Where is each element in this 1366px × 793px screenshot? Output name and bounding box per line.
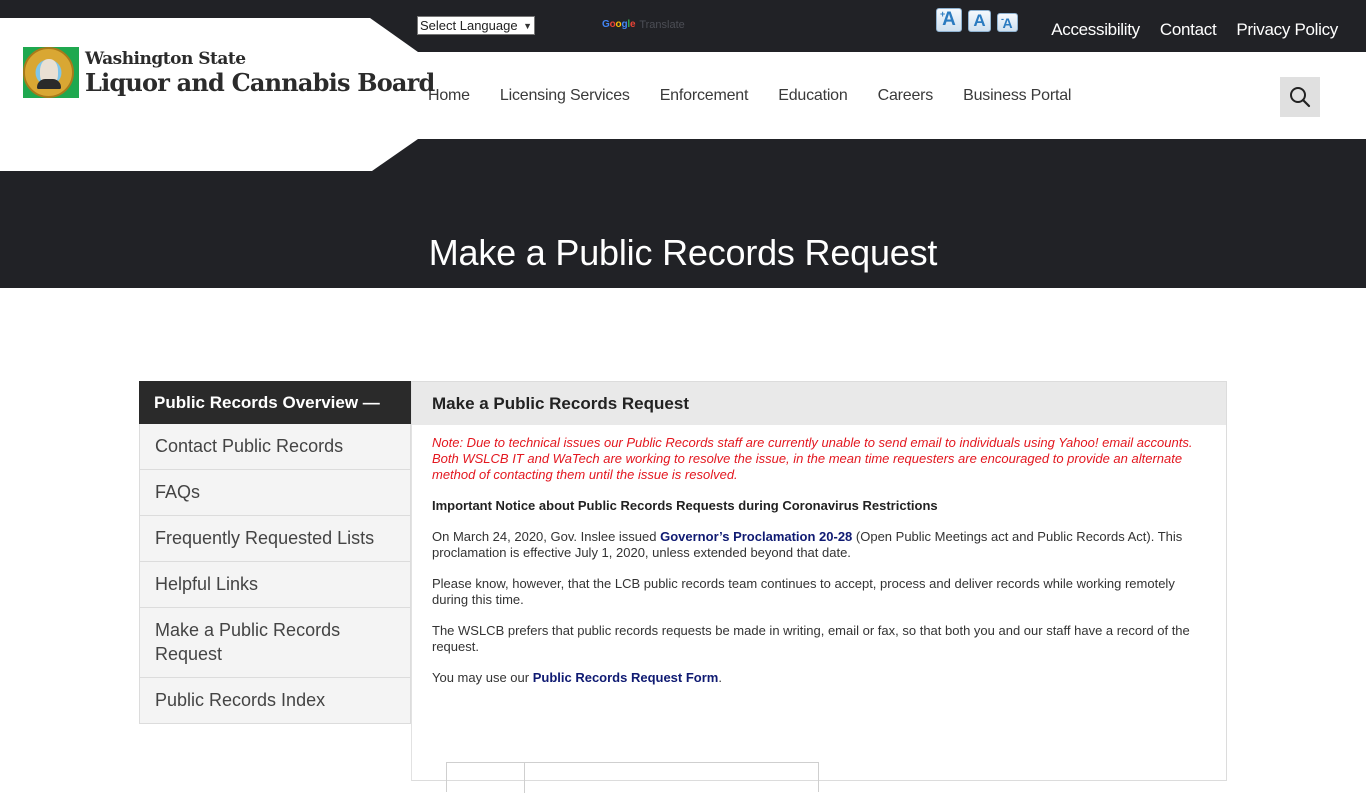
proclamation-paragraph: On March 24, 2020, Gov. Inslee issued Go… — [432, 529, 1183, 560]
sidebar-header-toggle[interactable]: Public Records Overview — — [139, 381, 411, 424]
coronavirus-notice-heading: Important Notice about Public Records Re… — [432, 498, 938, 513]
plus-icon: + — [940, 9, 946, 19]
public-records-request-form-link[interactable]: Public Records Request Form — [533, 670, 719, 685]
accessibility-link[interactable]: Accessibility — [1051, 20, 1140, 40]
state-seal-logo — [23, 47, 79, 98]
google-translate-badge[interactable]: Google Translate — [602, 19, 685, 31]
content-panel: Make a Public Records Request Note: Due … — [411, 381, 1227, 793]
sidebar-item-contact-public-records[interactable]: Contact Public Records — [139, 424, 411, 470]
nav-business-portal[interactable]: Business Portal — [963, 87, 1071, 105]
contact-link[interactable]: Contact — [1160, 20, 1217, 40]
content-title: Make a Public Records Request — [412, 382, 1226, 425]
logo-text: Washington State Liquor and Cannabis Boa… — [85, 49, 435, 97]
nav-enforcement[interactable]: Enforcement — [660, 87, 749, 105]
language-select-value: Select Language — [420, 18, 518, 33]
utility-links: Accessibility Contact Privacy Policy — [1051, 20, 1338, 40]
sidebar-item-make-request[interactable]: Make a Public Records Request — [139, 608, 411, 678]
request-form-paragraph: You may use our Public Records Request F… — [432, 670, 722, 685]
font-size-controls: + A A - A — [936, 8, 1018, 32]
remote-work-paragraph: Please know, however, that the LCB publi… — [432, 576, 1175, 607]
sidebar-item-helpful-links[interactable]: Helpful Links — [139, 562, 411, 608]
minus-icon: - — [1001, 14, 1004, 24]
google-logo: Google — [602, 19, 636, 30]
sidebar-item-public-records-index[interactable]: Public Records Index — [139, 678, 411, 724]
privacy-policy-link[interactable]: Privacy Policy — [1236, 20, 1338, 40]
increase-font-button[interactable]: + A — [936, 8, 962, 32]
nav-licensing-services[interactable]: Licensing Services — [500, 87, 630, 105]
yahoo-email-note: Note: Due to technical issues our Public… — [432, 435, 1193, 482]
contact-table — [446, 762, 819, 793]
written-request-paragraph: The WSLCB prefers that public records re… — [432, 623, 1190, 654]
reset-font-button[interactable]: A — [968, 10, 991, 32]
language-select[interactable]: Select Language ▼ — [417, 16, 535, 35]
seal-icon — [23, 47, 74, 98]
sidebar: Public Records Overview — Contact Public… — [139, 381, 411, 724]
translate-label: Translate — [639, 19, 685, 31]
site-logo[interactable]: Washington State Liquor and Cannabis Boa… — [23, 47, 435, 98]
content-body: Note: Due to technical issues our Public… — [412, 425, 1226, 686]
governors-proclamation-link[interactable]: Governor’s Proclamation 20-28 — [660, 529, 852, 544]
font-size-icon: A — [973, 11, 986, 30]
logo-line-2: Liquor and Cannabis Board — [85, 67, 435, 97]
sidebar-item-frequently-requested-lists[interactable]: Frequently Requested Lists — [139, 516, 411, 562]
decrease-font-button[interactable]: - A — [997, 13, 1018, 32]
page-title: Make a Public Records Request — [428, 232, 938, 273]
logo-line-1: Washington State — [85, 48, 246, 69]
nav-careers[interactable]: Careers — [878, 87, 934, 105]
chevron-down-icon: ▼ — [523, 20, 532, 31]
main-navigation: Home Licensing Services Enforcement Educ… — [428, 87, 1071, 105]
search-button[interactable] — [1280, 77, 1320, 117]
search-icon — [1290, 87, 1311, 108]
nav-education[interactable]: Education — [778, 87, 848, 105]
sidebar-item-faqs[interactable]: FAQs — [139, 470, 411, 516]
